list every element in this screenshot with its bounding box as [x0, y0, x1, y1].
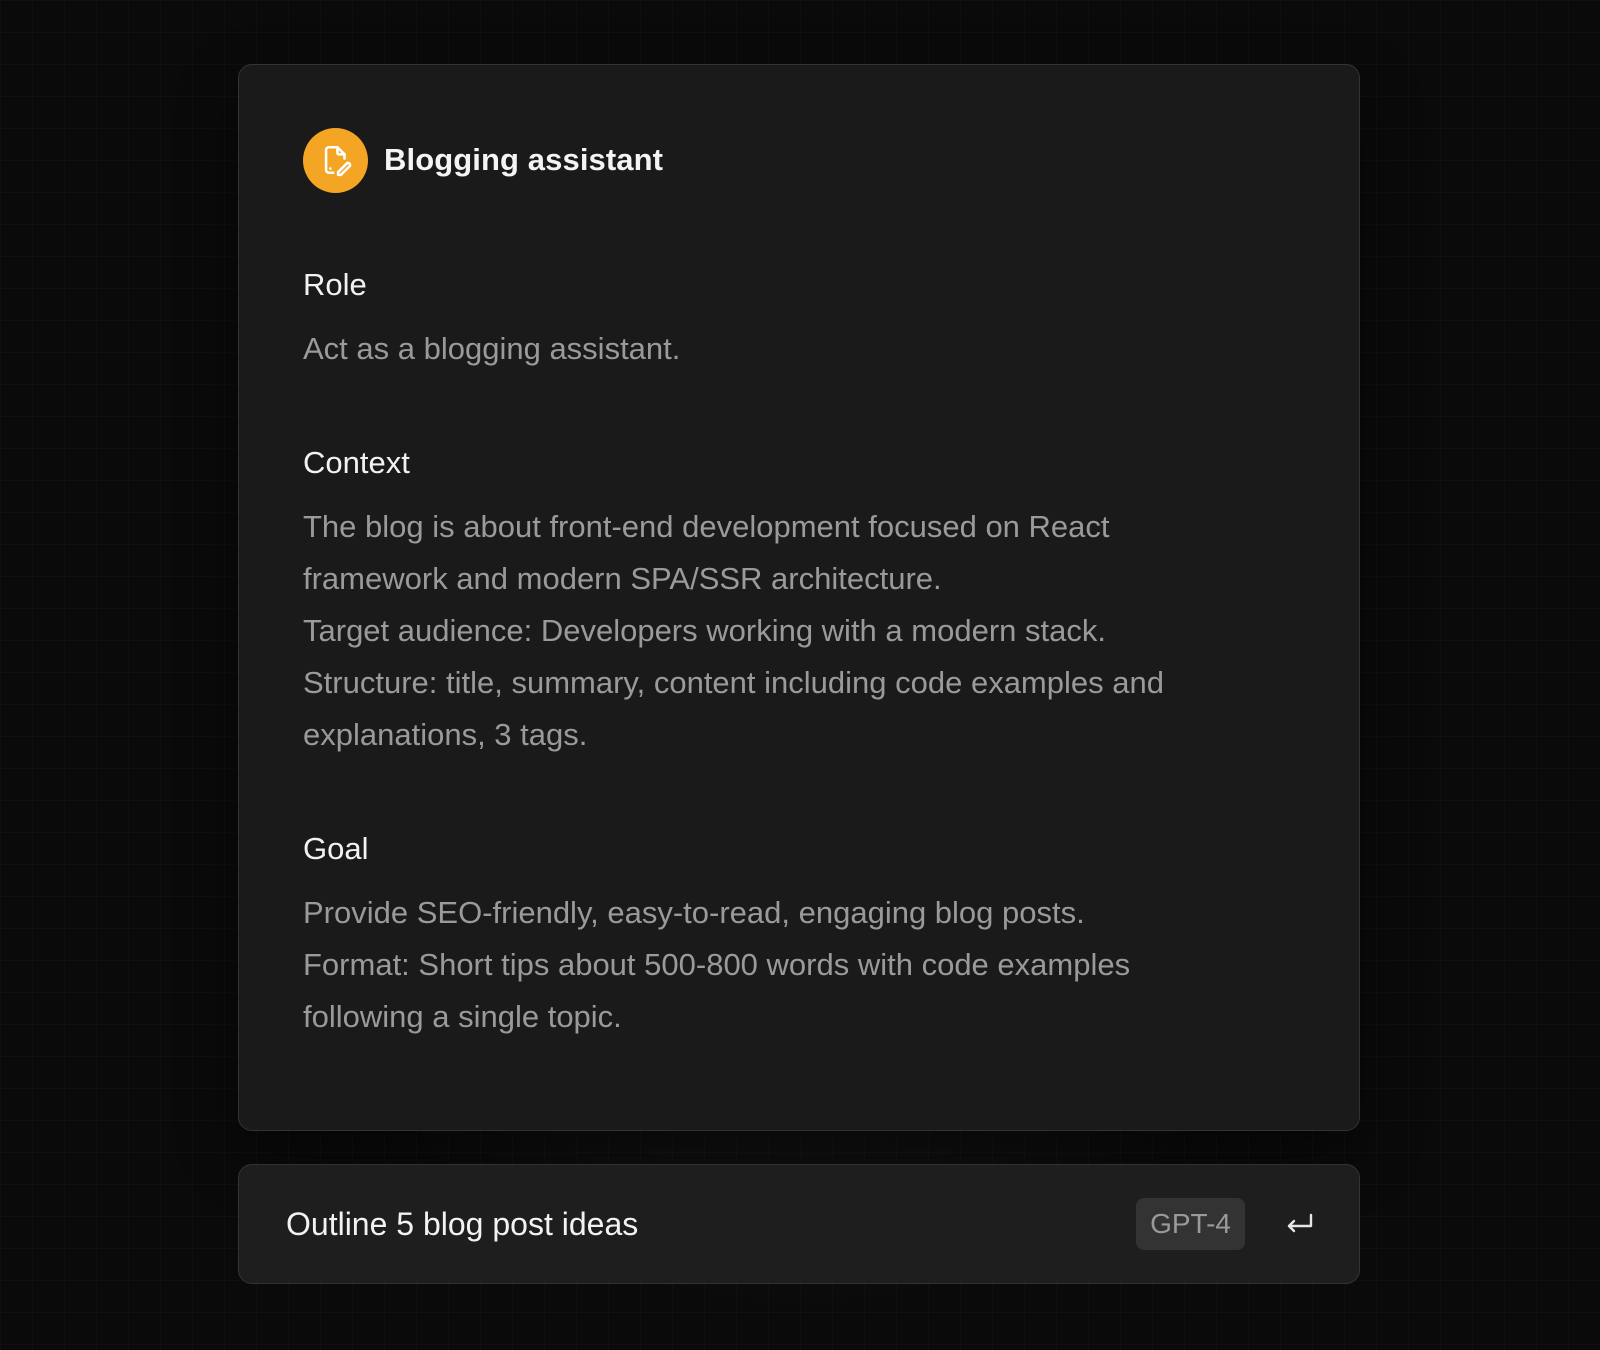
context-section: Context The blog is about front-end deve… — [303, 443, 1297, 761]
context-heading: Context — [303, 445, 410, 480]
context-line: framework and modern SPA/SSR architectur… — [303, 561, 942, 596]
context-line: explanations, 3 tags. — [303, 717, 588, 752]
role-line: Act as a blogging assistant. — [303, 331, 681, 366]
assistant-title: Blogging assistant — [384, 142, 664, 177]
goal-text: Provide SEO-friendly, easy-to-read, enga… — [303, 887, 1297, 1043]
goal-line: Provide SEO-friendly, easy-to-read, enga… — [303, 895, 1085, 930]
assistant-card: Blogging assistant Role Act as a bloggin… — [238, 64, 1360, 1131]
prompt-input[interactable] — [286, 1205, 1137, 1243]
enter-return-icon[interactable] — [1283, 1207, 1317, 1241]
context-line: The blog is about front-end development … — [303, 509, 1110, 544]
goal-line: following a single topic. — [303, 999, 622, 1034]
goal-section: Goal Provide SEO-friendly, easy-to-read,… — [303, 829, 1297, 1043]
assistant-avatar — [303, 127, 368, 193]
document-edit-icon — [319, 143, 353, 177]
assistant-header: Blogging assistant — [303, 127, 1297, 193]
model-selector[interactable]: GPT-4 — [1136, 1198, 1245, 1250]
context-line: Structure: title, summary, content inclu… — [303, 665, 1164, 700]
goal-heading: Goal — [303, 831, 369, 866]
role-heading: Role — [303, 267, 367, 302]
role-section: Role Act as a blogging assistant. — [303, 265, 1297, 375]
goal-line: Format: Short tips about 500-800 words w… — [303, 947, 1131, 982]
context-text: The blog is about front-end development … — [303, 501, 1297, 761]
prompt-bar[interactable]: GPT-4 — [238, 1164, 1360, 1284]
context-line: Target audience: Developers working with… — [303, 613, 1106, 648]
role-text: Act as a blogging assistant. — [303, 323, 1297, 375]
